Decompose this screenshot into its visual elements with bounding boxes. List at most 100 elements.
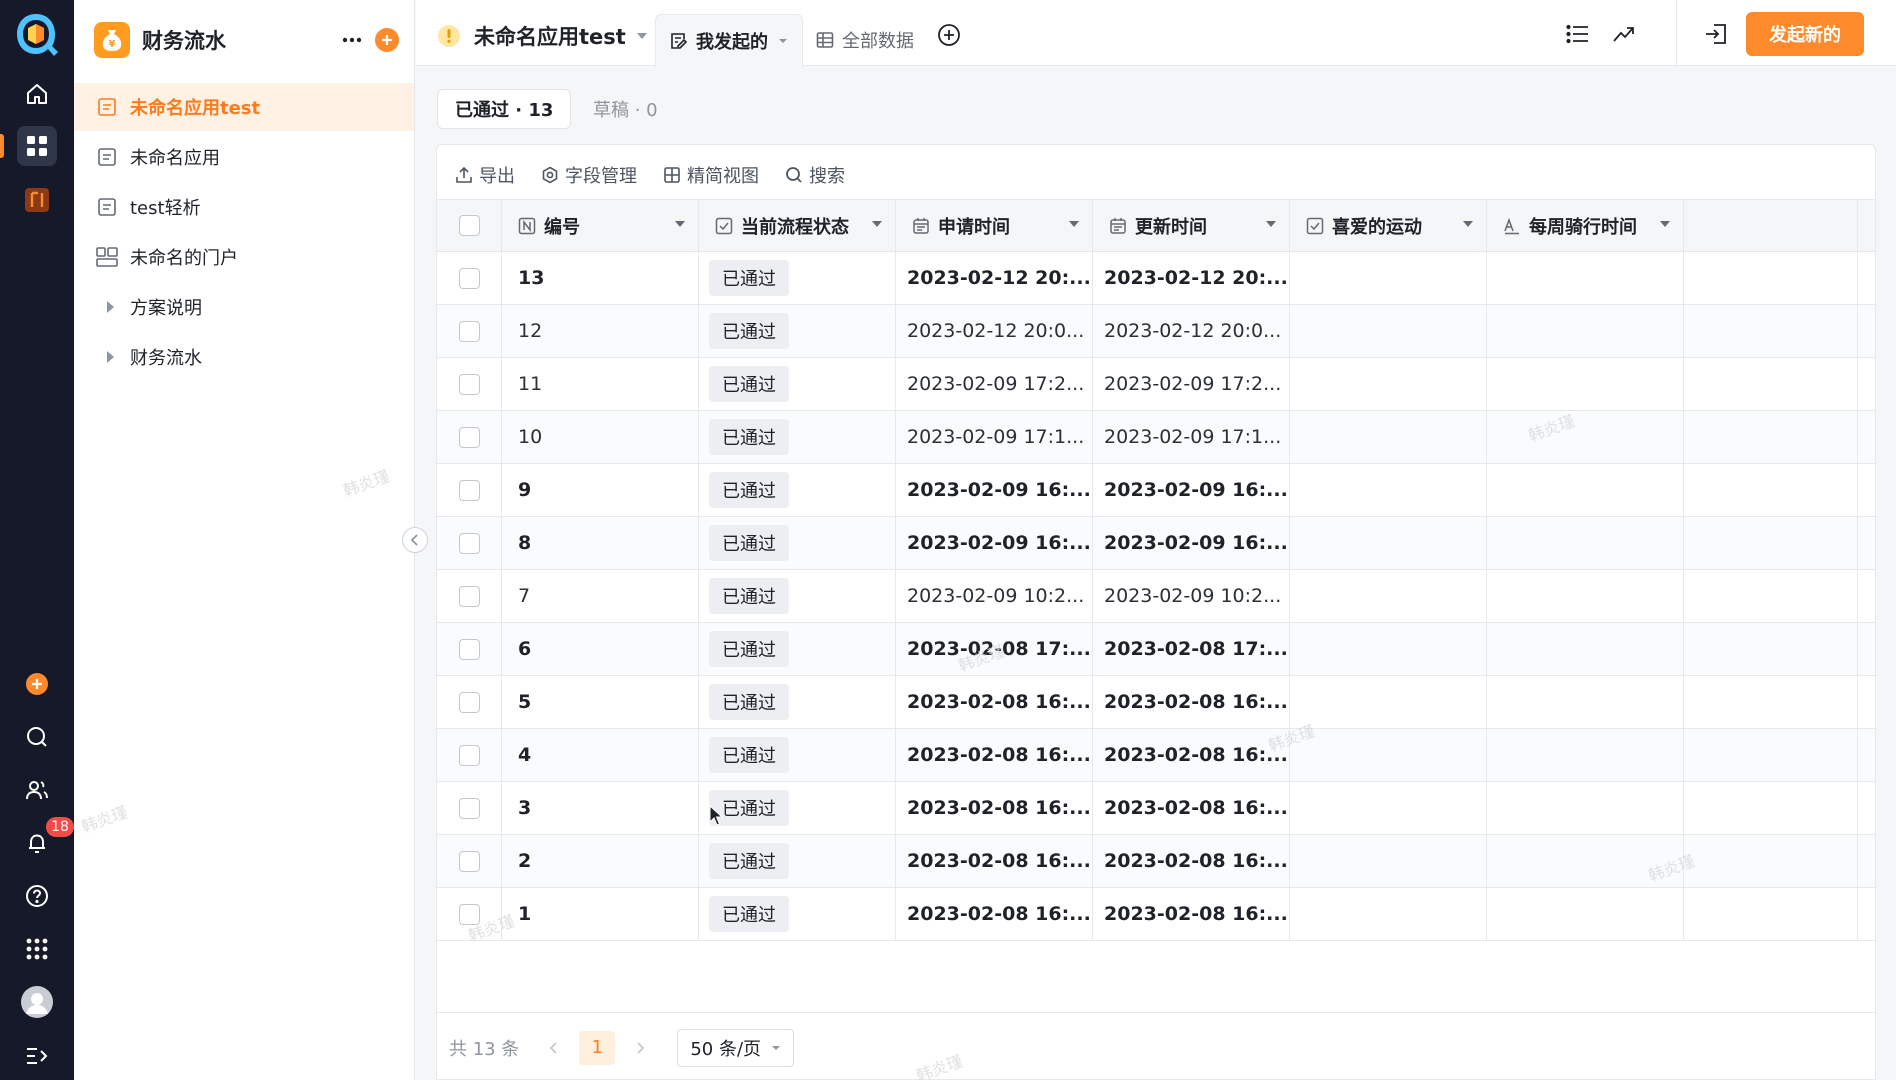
table-row[interactable]: 7 已通过 2023-02-09 10:2... 2023-02-09 10:2... xyxy=(437,570,1875,623)
home-icon[interactable] xyxy=(17,74,57,114)
app-launcher-icon[interactable] xyxy=(17,929,57,969)
table-row[interactable]: 4 已通过 2023-02-08 16:... 2023-02-08 16:... xyxy=(437,729,1875,782)
cell-updated-time[interactable]: 2023-02-09 17:2... xyxy=(1093,358,1290,410)
cell-status[interactable]: 已通过 xyxy=(699,252,896,304)
cell-applied-time[interactable]: 2023-02-12 20:0... xyxy=(896,305,1093,357)
add-view-plus-icon[interactable] xyxy=(936,22,962,48)
table-row[interactable]: 9 已通过 2023-02-09 16:... 2023-02-09 16:... xyxy=(437,464,1875,517)
sidebar-item-finance-flow[interactable]: 财务流水 xyxy=(74,333,414,381)
row-checkbox[interactable] xyxy=(459,691,480,713)
cell-favorite-sport[interactable] xyxy=(1290,888,1487,940)
cell-applied-time[interactable]: 2023-02-09 10:2... xyxy=(896,570,1093,622)
column-menu-icon[interactable] xyxy=(1462,220,1474,228)
column-header-favorite-sport[interactable]: 喜爱的运动 xyxy=(1290,200,1487,251)
cell-status[interactable]: 已通过 xyxy=(699,305,896,357)
cell-updated-time[interactable]: 2023-02-08 16:... xyxy=(1093,835,1290,887)
prev-page-icon[interactable] xyxy=(539,1041,569,1055)
cell-applied-time[interactable]: 2023-02-09 16:... xyxy=(896,517,1093,569)
cell-status[interactable]: 已通过 xyxy=(699,570,896,622)
cell-applied-time[interactable]: 2023-02-09 17:1... xyxy=(896,411,1093,463)
cell-weekly-cycling[interactable] xyxy=(1487,888,1684,940)
cell-applied-time[interactable]: 2023-02-08 16:... xyxy=(896,835,1093,887)
cell-favorite-sport[interactable] xyxy=(1290,623,1487,675)
cell-status[interactable]: 已通过 xyxy=(699,835,896,887)
export-button[interactable]: 导出 xyxy=(455,162,515,188)
cell-weekly-cycling[interactable] xyxy=(1487,835,1684,887)
column-header-weekly-cycling[interactable]: 每周骑行时间 xyxy=(1487,200,1684,251)
status-tab-approved[interactable]: 已通过 · 13 xyxy=(437,89,572,129)
app-logo-icon[interactable] xyxy=(14,12,58,58)
row-checkbox[interactable] xyxy=(459,638,480,660)
cell-number[interactable]: 4 xyxy=(502,729,699,781)
add-item-plus-icon[interactable] xyxy=(375,28,399,52)
table-row[interactable]: 11 已通过 2023-02-09 17:2... 2023-02-09 17:2..… xyxy=(437,358,1875,411)
cell-status[interactable]: 已通过 xyxy=(699,411,896,463)
cell-updated-time[interactable]: 2023-02-08 16:... xyxy=(1093,676,1290,728)
cell-updated-time[interactable]: 2023-02-09 10:2... xyxy=(1093,570,1290,622)
column-header-status[interactable]: 当前流程状态 xyxy=(699,200,896,251)
collapse-sidebar-icon[interactable] xyxy=(402,527,428,553)
sidebar-item-untitled-app-test[interactable]: 未命名应用test xyxy=(74,83,414,131)
contacts-icon[interactable] xyxy=(17,770,57,810)
cell-updated-time[interactable]: 2023-02-09 16:... xyxy=(1093,517,1290,569)
cell-updated-time[interactable]: 2023-02-09 16:... xyxy=(1093,464,1290,516)
row-checkbox[interactable] xyxy=(459,797,480,819)
column-menu-icon[interactable] xyxy=(871,220,883,228)
trend-chart-icon[interactable] xyxy=(1606,16,1642,52)
cell-favorite-sport[interactable] xyxy=(1290,570,1487,622)
row-checkbox[interactable] xyxy=(459,426,480,448)
cell-favorite-sport[interactable] xyxy=(1290,464,1487,516)
cell-favorite-sport[interactable] xyxy=(1290,782,1487,834)
cell-weekly-cycling[interactable] xyxy=(1487,782,1684,834)
cell-weekly-cycling[interactable] xyxy=(1487,570,1684,622)
row-checkbox[interactable] xyxy=(459,850,480,872)
sidebar-item-test-analysis[interactable]: test轻析 xyxy=(74,183,414,231)
column-menu-icon[interactable] xyxy=(674,220,686,228)
cell-number[interactable]: 2 xyxy=(502,835,699,887)
compact-view-button[interactable]: 精简视图 xyxy=(663,162,759,188)
list-view-icon[interactable] xyxy=(1560,16,1596,52)
cell-number[interactable]: 1 xyxy=(502,888,699,940)
cell-number[interactable]: 13 xyxy=(502,252,699,304)
chevron-down-icon[interactable] xyxy=(636,32,648,40)
cell-number[interactable]: 12 xyxy=(502,305,699,357)
table-row[interactable]: 10 已通过 2023-02-09 17:1... 2023-02-09 17:1..… xyxy=(437,411,1875,464)
cell-applied-time[interactable]: 2023-02-08 17:... xyxy=(896,623,1093,675)
new-submission-button[interactable]: 发起新的 xyxy=(1746,12,1864,56)
cell-number[interactable]: 3 xyxy=(502,782,699,834)
sidebar-item-untitled-portal[interactable]: 未命名的门户 xyxy=(74,233,414,281)
table-row[interactable]: 13 已通过 2023-02-12 20:... 2023-02-12 20:... xyxy=(437,252,1875,305)
cell-applied-time[interactable]: 2023-02-12 20:... xyxy=(896,252,1093,304)
table-row[interactable]: 1 已通过 2023-02-08 16:... 2023-02-08 16:... xyxy=(437,888,1875,941)
cell-applied-time[interactable]: 2023-02-08 16:... xyxy=(896,888,1093,940)
cell-weekly-cycling[interactable] xyxy=(1487,464,1684,516)
cell-updated-time[interactable]: 2023-02-12 20:... xyxy=(1093,252,1290,304)
cell-favorite-sport[interactable] xyxy=(1290,305,1487,357)
caret-right-icon[interactable] xyxy=(100,350,120,364)
cell-weekly-cycling[interactable] xyxy=(1487,517,1684,569)
cell-number[interactable]: 9 xyxy=(502,464,699,516)
table-row[interactable]: 6 已通过 2023-02-08 17:... 2023-02-08 17:... xyxy=(437,623,1875,676)
help-icon[interactable] xyxy=(17,876,57,916)
tab-my-submissions[interactable]: 我发起的 xyxy=(655,14,803,67)
row-checkbox[interactable] xyxy=(459,479,480,501)
table-row[interactable]: 3 已通过 2023-02-08 16:... 2023-02-08 16:... xyxy=(437,782,1875,835)
expand-menu-icon[interactable] xyxy=(17,1036,57,1076)
column-header-updated-time[interactable]: 更新时间 xyxy=(1093,200,1290,251)
cell-number[interactable]: 7 xyxy=(502,570,699,622)
row-checkbox[interactable] xyxy=(459,373,480,395)
cell-status[interactable]: 已通过 xyxy=(699,782,896,834)
cell-favorite-sport[interactable] xyxy=(1290,676,1487,728)
cell-favorite-sport[interactable] xyxy=(1290,729,1487,781)
cell-weekly-cycling[interactable] xyxy=(1487,252,1684,304)
table-row[interactable]: 8 已通过 2023-02-09 16:... 2023-02-09 16:... xyxy=(437,517,1875,570)
cell-applied-time[interactable]: 2023-02-08 16:... xyxy=(896,782,1093,834)
cell-status[interactable]: 已通过 xyxy=(699,623,896,675)
cell-number[interactable]: 5 xyxy=(502,676,699,728)
cell-status[interactable]: 已通过 xyxy=(699,729,896,781)
create-plus-icon[interactable] xyxy=(17,664,57,704)
cell-number[interactable]: 11 xyxy=(502,358,699,410)
table-row[interactable]: 2 已通过 2023-02-08 16:... 2023-02-08 16:... xyxy=(437,835,1875,888)
cell-updated-time[interactable]: 2023-02-08 16:... xyxy=(1093,782,1290,834)
cell-status[interactable]: 已通过 xyxy=(699,888,896,940)
